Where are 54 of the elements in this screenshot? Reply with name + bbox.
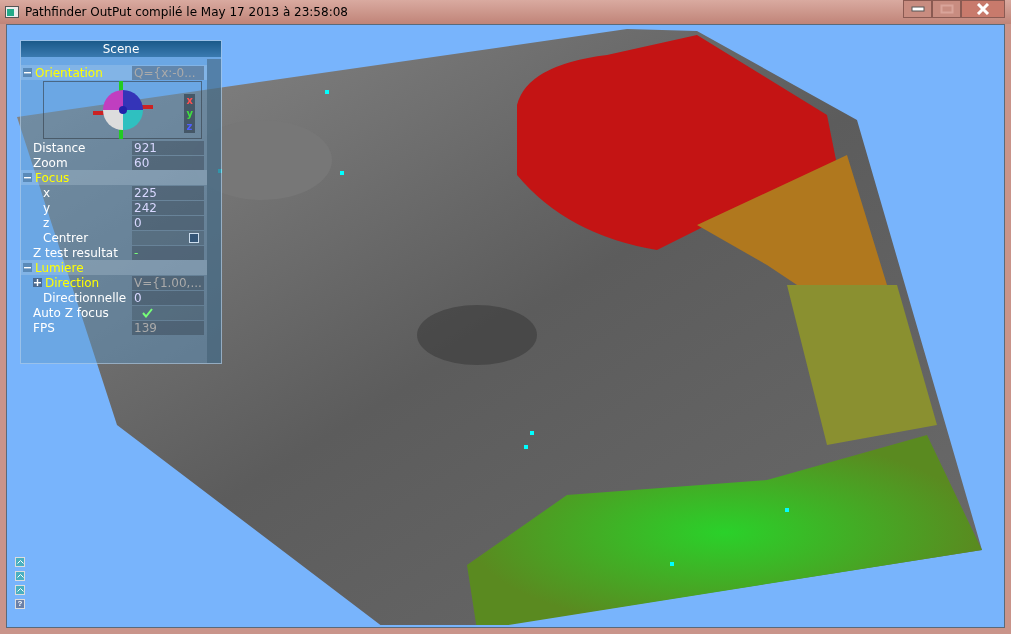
property-label: Centrer: [43, 230, 89, 245]
property-label: FPS: [33, 320, 55, 335]
collapse-button[interactable]: [23, 263, 32, 272]
check-icon[interactable]: [142, 307, 153, 318]
caret-icon: [16, 560, 24, 564]
maximize-icon: [939, 4, 954, 14]
collapse-button[interactable]: [23, 68, 32, 77]
caret-icon: [16, 588, 24, 592]
minus-icon: [24, 69, 31, 76]
group-label[interactable]: Focus: [35, 170, 70, 185]
value-field[interactable]: 60: [132, 155, 204, 170]
axis-label: z: [186, 120, 193, 133]
collapse-button[interactable]: [23, 173, 32, 182]
app-icon: [5, 6, 19, 18]
property-label: Distance: [33, 140, 86, 155]
property-label: Z test resultat: [33, 245, 118, 260]
value-field[interactable]: 0: [132, 290, 204, 305]
value-field[interactable]: 242: [132, 200, 204, 215]
rotation-widget[interactable]: x y z: [43, 81, 202, 139]
property-label: y: [43, 200, 51, 215]
axis-label: y: [186, 107, 193, 120]
value-field: 139: [132, 320, 204, 335]
property-label: z: [43, 215, 50, 230]
minimize-icon: [910, 6, 925, 12]
rotation-sphere-icon: [92, 81, 153, 139]
value-field[interactable]: 921: [132, 140, 204, 155]
close-icon: [976, 3, 990, 15]
scrollbar[interactable]: [207, 59, 221, 363]
property-label: Directionnelle: [43, 290, 127, 305]
property-label: Zoom: [33, 155, 68, 170]
status-field: -: [132, 245, 204, 260]
close-button[interactable]: [961, 0, 1005, 18]
value-field[interactable]: 0: [132, 215, 204, 230]
group-label[interactable]: Direction: [45, 275, 100, 290]
value-field: Q={x:-0...: [132, 65, 204, 80]
expand-button[interactable]: [33, 278, 42, 287]
axis-label: x: [186, 94, 193, 107]
checkbox[interactable]: [189, 232, 199, 243]
panel-toggle-button[interactable]: [15, 571, 25, 581]
minimize-button[interactable]: [903, 0, 932, 18]
value-field[interactable]: 225: [132, 185, 204, 200]
property-label: Auto Z focus: [33, 305, 109, 320]
panel-title: Scene: [21, 41, 221, 57]
property-label: x: [43, 185, 51, 200]
panel-toggle-button[interactable]: [15, 557, 25, 567]
help-button[interactable]: ?: [15, 599, 25, 609]
minus-icon: [24, 264, 31, 271]
maximize-button[interactable]: [932, 0, 961, 18]
plus-icon: [34, 279, 41, 286]
minus-icon: [24, 174, 31, 181]
window-title: Pathfinder OutPut compilé le May 17 2013 à 23:58:08: [25, 5, 348, 19]
caret-icon: [16, 574, 24, 578]
panel-toggle-button[interactable]: [15, 585, 25, 595]
value-field: V={1.00,...: [132, 275, 204, 290]
